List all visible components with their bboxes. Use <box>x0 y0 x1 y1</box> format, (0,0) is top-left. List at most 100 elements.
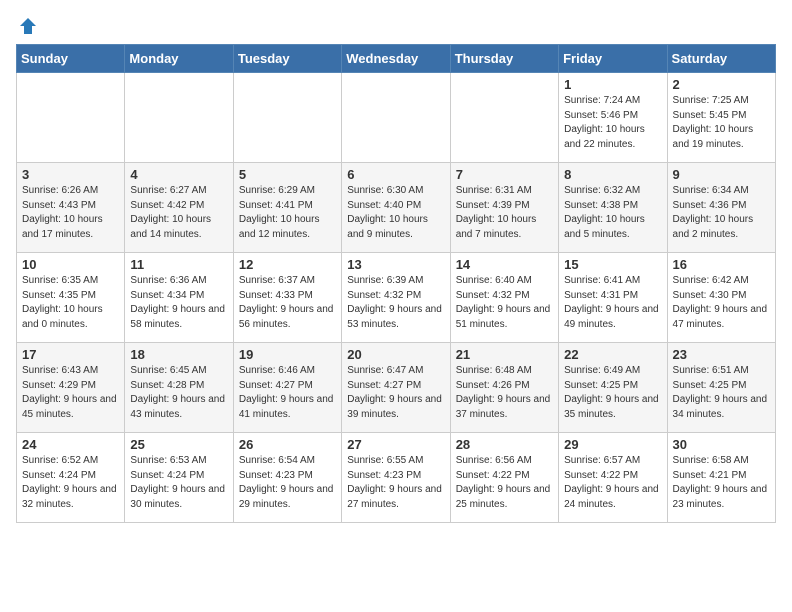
day-number: 26 <box>239 437 336 452</box>
logo-icon <box>18 16 38 36</box>
day-info: Sunrise: 6:40 AM Sunset: 4:32 PM Dayligh… <box>456 274 553 332</box>
calendar-cell: 29 Sunrise: 6:57 AM Sunset: 4:22 PM Dayli… <box>559 433 667 523</box>
day-info: Sunrise: 6:35 AM Sunset: 4:35 PM Dayligh… <box>22 274 119 332</box>
calendar-week-row: 24 Sunrise: 6:52 AM Sunset: 4:24 PM Dayli… <box>17 433 776 523</box>
day-info: Sunrise: 6:48 AM Sunset: 4:26 PM Dayligh… <box>456 364 553 422</box>
logo <box>16 16 38 32</box>
calendar-cell: 3 Sunrise: 6:26 AM Sunset: 4:43 PM Daylig… <box>17 163 125 253</box>
day-of-week-header: Wednesday <box>342 45 450 73</box>
day-info: Sunrise: 6:30 AM Sunset: 4:40 PM Dayligh… <box>347 184 444 242</box>
calendar-cell: 8Sunrise: 6:32 AM Sunset: 4:38 PM Daylig… <box>559 163 667 253</box>
day-number: 2 <box>673 77 770 92</box>
day-number: 13 <box>347 257 444 272</box>
day-number: 29 <box>564 437 661 452</box>
calendar-cell: 6 Sunrise: 6:30 AM Sunset: 4:40 PM Daylig… <box>342 163 450 253</box>
day-number: 24 <box>22 437 119 452</box>
day-info: Sunrise: 6:42 AM Sunset: 4:30 PM Dayligh… <box>673 274 770 332</box>
calendar-cell: 13 Sunrise: 6:39 AM Sunset: 4:32 PM Dayli… <box>342 253 450 343</box>
day-number: 21 <box>456 347 553 362</box>
day-number: 1 <box>564 77 661 92</box>
calendar-week-row: 3 Sunrise: 6:26 AM Sunset: 4:43 PM Daylig… <box>17 163 776 253</box>
day-number: 25 <box>130 437 227 452</box>
day-number: 12 <box>239 257 336 272</box>
calendar-week-row: 17 Sunrise: 6:43 AM Sunset: 4:29 PM Dayli… <box>17 343 776 433</box>
day-number: 23 <box>673 347 770 362</box>
day-info: Sunrise: 6:43 AM Sunset: 4:29 PM Dayligh… <box>22 364 119 422</box>
day-info: Sunrise: 7:25 AM Sunset: 5:45 PM Dayligh… <box>673 94 770 152</box>
calendar-cell: 9 Sunrise: 6:34 AM Sunset: 4:36 PM Daylig… <box>667 163 775 253</box>
calendar-cell: 11Sunrise: 6:36 AM Sunset: 4:34 PM Dayli… <box>125 253 233 343</box>
day-info: Sunrise: 6:37 AM Sunset: 4:33 PM Dayligh… <box>239 274 336 332</box>
calendar-cell: 23 Sunrise: 6:51 AM Sunset: 4:25 PM Dayli… <box>667 343 775 433</box>
day-info: Sunrise: 6:49 AM Sunset: 4:25 PM Dayligh… <box>564 364 661 422</box>
calendar-cell: 25 Sunrise: 6:53 AM Sunset: 4:24 PM Dayli… <box>125 433 233 523</box>
day-info: Sunrise: 6:41 AM Sunset: 4:31 PM Dayligh… <box>564 274 661 332</box>
day-number: 15 <box>564 257 661 272</box>
day-info: Sunrise: 6:55 AM Sunset: 4:23 PM Dayligh… <box>347 454 444 512</box>
calendar: SundayMondayTuesdayWednesdayThursdayFrid… <box>16 44 776 523</box>
day-number: 28 <box>456 437 553 452</box>
calendar-cell: 1 Sunrise: 7:24 AM Sunset: 5:46 PM Daylig… <box>559 73 667 163</box>
day-number: 4 <box>130 167 227 182</box>
day-number: 19 <box>239 347 336 362</box>
day-info: Sunrise: 6:47 AM Sunset: 4:27 PM Dayligh… <box>347 364 444 422</box>
calendar-cell: 2 Sunrise: 7:25 AM Sunset: 5:45 PM Daylig… <box>667 73 775 163</box>
day-info: Sunrise: 6:51 AM Sunset: 4:25 PM Dayligh… <box>673 364 770 422</box>
calendar-cell <box>450 73 558 163</box>
header <box>16 16 776 32</box>
day-of-week-header: Saturday <box>667 45 775 73</box>
day-info: Sunrise: 6:26 AM Sunset: 4:43 PM Dayligh… <box>22 184 119 242</box>
day-number: 20 <box>347 347 444 362</box>
calendar-cell: 20 Sunrise: 6:47 AM Sunset: 4:27 PM Dayli… <box>342 343 450 433</box>
day-number: 8 <box>564 167 661 182</box>
day-info: Sunrise: 6:45 AM Sunset: 4:28 PM Dayligh… <box>130 364 227 422</box>
calendar-cell: 4 Sunrise: 6:27 AM Sunset: 4:42 PM Daylig… <box>125 163 233 253</box>
calendar-cell <box>233 73 341 163</box>
calendar-header-row: SundayMondayTuesdayWednesdayThursdayFrid… <box>17 45 776 73</box>
day-number: 9 <box>673 167 770 182</box>
day-number: 22 <box>564 347 661 362</box>
day-of-week-header: Sunday <box>17 45 125 73</box>
day-info: Sunrise: 7:24 AM Sunset: 5:46 PM Dayligh… <box>564 94 661 152</box>
calendar-cell <box>125 73 233 163</box>
calendar-cell: 27 Sunrise: 6:55 AM Sunset: 4:23 PM Dayli… <box>342 433 450 523</box>
day-number: 14 <box>456 257 553 272</box>
day-number: 6 <box>347 167 444 182</box>
calendar-cell: 10 Sunrise: 6:35 AM Sunset: 4:35 PM Dayli… <box>17 253 125 343</box>
calendar-cell: 18 Sunrise: 6:45 AM Sunset: 4:28 PM Dayli… <box>125 343 233 433</box>
day-number: 7 <box>456 167 553 182</box>
day-info: Sunrise: 6:53 AM Sunset: 4:24 PM Dayligh… <box>130 454 227 512</box>
calendar-cell: 17 Sunrise: 6:43 AM Sunset: 4:29 PM Dayli… <box>17 343 125 433</box>
calendar-cell <box>342 73 450 163</box>
calendar-week-row: 1 Sunrise: 7:24 AM Sunset: 5:46 PM Daylig… <box>17 73 776 163</box>
day-number: 16 <box>673 257 770 272</box>
day-number: 30 <box>673 437 770 452</box>
day-info: Sunrise: 6:39 AM Sunset: 4:32 PM Dayligh… <box>347 274 444 332</box>
day-info: Sunrise: 6:52 AM Sunset: 4:24 PM Dayligh… <box>22 454 119 512</box>
calendar-cell: 24 Sunrise: 6:52 AM Sunset: 4:24 PM Dayli… <box>17 433 125 523</box>
calendar-cell: 16 Sunrise: 6:42 AM Sunset: 4:30 PM Dayli… <box>667 253 775 343</box>
calendar-cell: 28Sunrise: 6:56 AM Sunset: 4:22 PM Dayli… <box>450 433 558 523</box>
day-number: 11 <box>130 257 227 272</box>
day-of-week-header: Monday <box>125 45 233 73</box>
calendar-cell: 15 Sunrise: 6:41 AM Sunset: 4:31 PM Dayli… <box>559 253 667 343</box>
day-info: Sunrise: 6:27 AM Sunset: 4:42 PM Dayligh… <box>130 184 227 242</box>
day-of-week-header: Tuesday <box>233 45 341 73</box>
day-number: 3 <box>22 167 119 182</box>
calendar-cell <box>17 73 125 163</box>
day-number: 27 <box>347 437 444 452</box>
calendar-cell: 30Sunrise: 6:58 AM Sunset: 4:21 PM Dayli… <box>667 433 775 523</box>
day-number: 10 <box>22 257 119 272</box>
day-number: 5 <box>239 167 336 182</box>
day-info: Sunrise: 6:29 AM Sunset: 4:41 PM Dayligh… <box>239 184 336 242</box>
calendar-cell: 7Sunrise: 6:31 AM Sunset: 4:39 PM Daylig… <box>450 163 558 253</box>
day-info: Sunrise: 6:34 AM Sunset: 4:36 PM Dayligh… <box>673 184 770 242</box>
day-info: Sunrise: 6:57 AM Sunset: 4:22 PM Dayligh… <box>564 454 661 512</box>
day-number: 17 <box>22 347 119 362</box>
calendar-cell: 22 Sunrise: 6:49 AM Sunset: 4:25 PM Dayli… <box>559 343 667 433</box>
calendar-cell: 5 Sunrise: 6:29 AM Sunset: 4:41 PM Daylig… <box>233 163 341 253</box>
calendar-cell: 14 Sunrise: 6:40 AM Sunset: 4:32 PM Dayli… <box>450 253 558 343</box>
day-of-week-header: Friday <box>559 45 667 73</box>
day-number: 18 <box>130 347 227 362</box>
calendar-cell: 19Sunrise: 6:46 AM Sunset: 4:27 PM Dayli… <box>233 343 341 433</box>
